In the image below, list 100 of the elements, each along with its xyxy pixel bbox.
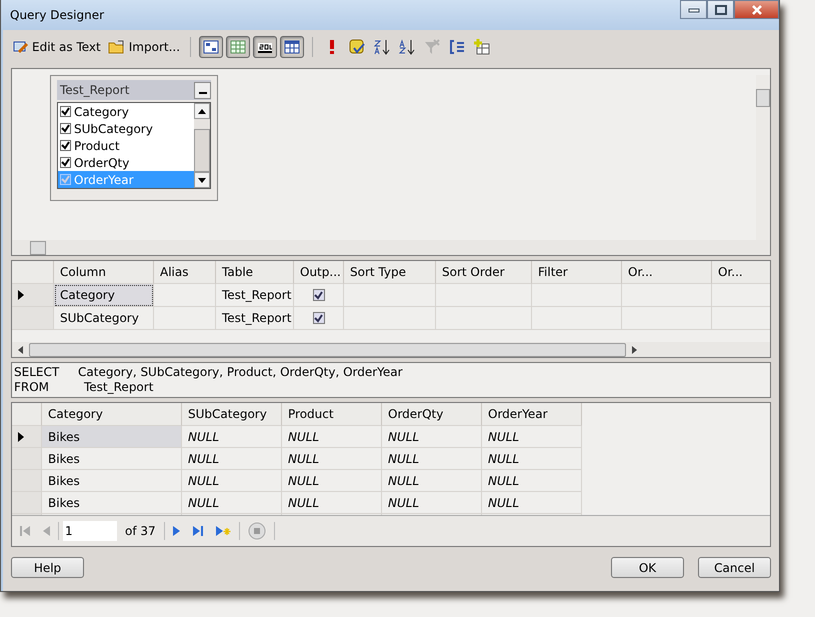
table-cell: NULL <box>382 492 482 514</box>
column-header[interactable]: Sort Type <box>344 261 436 284</box>
table-cell[interactable] <box>154 307 216 330</box>
close-button[interactable] <box>734 0 779 19</box>
table-cell: NULL <box>482 448 582 470</box>
collapse-button[interactable] <box>194 82 211 98</box>
column-header[interactable]: Category <box>42 403 182 426</box>
next-page-icon <box>172 525 181 537</box>
column-header[interactable]: SUbCategory <box>182 403 282 426</box>
table-cell: Bikes <box>42 492 182 514</box>
minimize-icon <box>688 6 700 12</box>
output-checkbox[interactable] <box>312 289 324 301</box>
results-pane-toggle[interactable] <box>280 36 304 58</box>
folder-icon <box>108 40 126 54</box>
grid-pane-icon <box>230 40 246 54</box>
column-header[interactable]: Sort Order <box>436 261 532 284</box>
row-pointer-icon <box>18 290 24 300</box>
output-checkbox[interactable] <box>312 312 324 324</box>
grid-pane-toggle[interactable] <box>226 36 250 58</box>
checkbox[interactable] <box>60 157 71 168</box>
last-page-icon <box>192 525 204 537</box>
checkbox[interactable] <box>60 123 71 134</box>
table-cell: Bikes <box>42 448 182 470</box>
sql-text: Test_Report <box>84 380 154 395</box>
horizontal-scrollbar[interactable] <box>12 240 770 255</box>
new-row-icon <box>216 525 231 537</box>
minimize-button[interactable] <box>680 0 707 19</box>
table-cell[interactable] <box>436 284 532 307</box>
window-title: Query Designer <box>10 8 104 22</box>
import-button[interactable]: Import... <box>106 38 182 56</box>
table-cell[interactable] <box>344 284 436 307</box>
row-pointer-icon <box>18 432 24 442</box>
vertical-scrollbar[interactable] <box>756 75 770 240</box>
horizontal-scrollbar[interactable] <box>12 342 770 357</box>
down-arrow-icon <box>198 178 206 182</box>
table-cell[interactable] <box>532 284 622 307</box>
scrollbar[interactable] <box>194 103 210 188</box>
close-icon <box>750 4 762 14</box>
field-item[interactable]: SUbCategory <box>58 120 194 137</box>
field-item[interactable]: Product <box>58 137 194 154</box>
row-header[interactable] <box>12 426 42 448</box>
page-count: of 37 <box>124 524 157 538</box>
table-cell[interactable]: Test_Report <box>216 307 294 330</box>
sql-text: Category, SUbCategory, Product, OrderQty, OrderYear <box>78 365 403 380</box>
right-arrow-icon <box>632 346 637 354</box>
table-cell[interactable] <box>622 307 712 330</box>
field-item[interactable]: OrderQty <box>58 154 194 171</box>
minimize-icon <box>198 92 206 94</box>
checkbox[interactable] <box>60 140 71 151</box>
table-cell: NULL <box>382 426 482 448</box>
maximize-button[interactable] <box>707 0 734 19</box>
column-header[interactable]: Filter <box>532 261 622 284</box>
table-cell: NULL <box>382 448 482 470</box>
table-cell: NULL <box>282 448 382 470</box>
row-header[interactable] <box>12 284 54 307</box>
edit-as-text-button[interactable]: Edit as Text <box>11 38 103 56</box>
table-cell: NULL <box>182 492 282 514</box>
column-header[interactable]: Column <box>54 261 154 284</box>
checkbox[interactable] <box>60 106 71 117</box>
table-cell: NULL <box>182 426 282 448</box>
table-cell: NULL <box>282 426 382 448</box>
column-header[interactable]: Table <box>216 261 294 284</box>
column-header[interactable]: Or... <box>622 261 712 284</box>
table-cell: NULL <box>182 470 282 492</box>
table-cell: NULL <box>182 448 282 470</box>
maximize-icon <box>714 4 726 14</box>
ok-button[interactable]: OK <box>611 557 684 578</box>
table-cell[interactable]: Test_Report <box>216 284 294 307</box>
column-header[interactable]: Alias <box>154 261 216 284</box>
table-cell: Bikes <box>42 470 182 492</box>
table-cell: Bikes <box>42 426 182 448</box>
table-cell[interactable] <box>532 307 622 330</box>
table-cell[interactable] <box>622 284 712 307</box>
sql-pane-icon <box>257 40 274 54</box>
sql-keyword: SELECT <box>14 365 60 380</box>
first-page-icon <box>20 525 30 537</box>
sql-keyword: FROM <box>14 380 50 395</box>
column-header[interactable]: OrderQty <box>382 403 482 426</box>
column-header[interactable]: OrderYear <box>482 403 582 426</box>
field-item[interactable]: Category <box>58 103 194 120</box>
table-cell[interactable] <box>344 307 436 330</box>
column-header[interactable]: Outp... <box>294 261 344 284</box>
sql-pane-toggle[interactable] <box>253 36 278 58</box>
cancel-button[interactable]: Cancel <box>698 557 771 578</box>
table-title: Test_Report <box>60 83 130 97</box>
table-cell[interactable]: SUbCategory <box>54 307 154 330</box>
table-cell: NULL <box>382 470 482 492</box>
previous-page-icon <box>42 525 50 537</box>
table-cell[interactable]: Category <box>54 284 154 307</box>
page-number-field[interactable]: 1 <box>63 521 117 541</box>
table-cell[interactable] <box>154 284 216 307</box>
table-cell[interactable] <box>436 307 532 330</box>
help-button[interactable]: Help <box>11 557 84 578</box>
diagram-pane-icon <box>203 40 220 54</box>
column-header[interactable]: Or... <box>712 261 770 284</box>
column-header[interactable]: Product <box>282 403 382 426</box>
diagram-pane-toggle[interactable] <box>199 36 224 58</box>
up-arrow-icon <box>198 108 206 114</box>
left-arrow-icon <box>18 346 23 354</box>
stop-icon <box>248 522 266 540</box>
